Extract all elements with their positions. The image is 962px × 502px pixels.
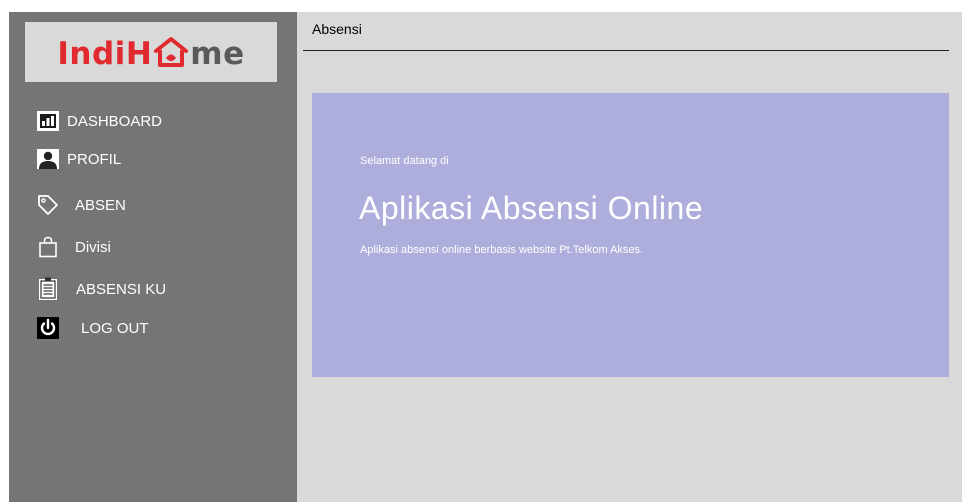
power-icon: [37, 317, 59, 339]
bag-icon: [37, 236, 59, 258]
logo-text-me: me: [190, 36, 245, 72]
logo-box[interactable]: Indi H me: [25, 22, 277, 82]
house-icon: [154, 37, 189, 67]
sidebar-item-profil[interactable]: PROFIL: [37, 148, 121, 170]
header-divider: [303, 50, 949, 51]
user-icon: [37, 148, 59, 170]
app-frame: Indi H me DASHBOARD PROFIL ABSEN Divisi …: [9, 12, 962, 502]
sidebar-item-label: PROFIL: [67, 150, 122, 168]
sidebar-item-absensi-ku[interactable]: ABSENSI KU: [37, 277, 167, 300]
logo-text-h: H: [125, 36, 153, 72]
page-title: Absensi: [312, 21, 362, 37]
sidebar-item-label: Divisi: [75, 238, 111, 256]
logo-text-indi: Indi: [57, 36, 126, 72]
sidebar-item-label: DASHBOARD: [67, 112, 163, 130]
tag-icon: [37, 194, 59, 216]
sidebar-item-label: ABSEN: [75, 196, 126, 214]
sidebar-item-label: LOG OUT: [81, 319, 149, 337]
sidebar-item-absen[interactable]: ABSEN: [37, 194, 126, 216]
sidebar: Indi H me DASHBOARD PROFIL ABSEN Divisi …: [9, 12, 297, 502]
sidebar-item-divisi[interactable]: Divisi: [37, 236, 111, 258]
sidebar-item-dashboard[interactable]: DASHBOARD: [37, 110, 162, 132]
indihome-logo: Indi H me: [57, 36, 244, 72]
clipboard-icon: [37, 277, 59, 300]
sidebar-item-label: ABSENSI KU: [76, 280, 167, 298]
sidebar-item-log-out[interactable]: LOG OUT: [37, 317, 149, 339]
app-description: Aplikasi absensi online berbasis website…: [360, 244, 644, 256]
bar-chart-icon: [37, 110, 59, 132]
welcome-banner: Selamat datang di Aplikasi Absensi Onlin…: [312, 93, 949, 377]
welcome-text: Selamat datang di: [360, 155, 449, 167]
app-title: Aplikasi Absensi Online: [359, 190, 704, 226]
